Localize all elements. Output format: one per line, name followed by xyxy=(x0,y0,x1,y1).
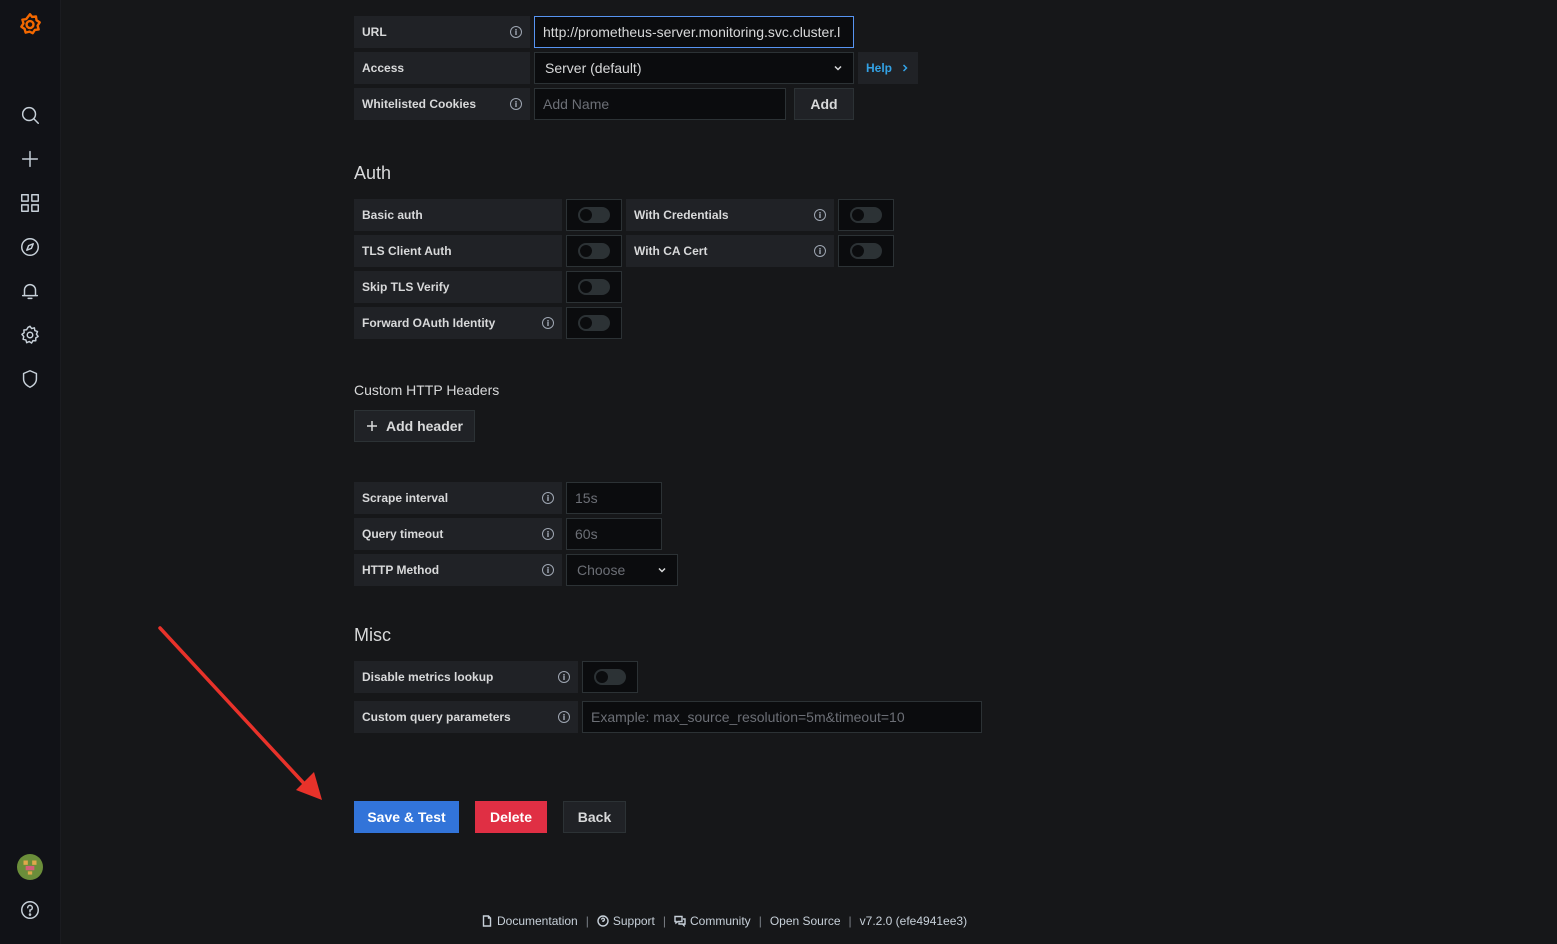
back-button[interactable]: Back xyxy=(563,801,626,833)
basic-auth-switch[interactable] xyxy=(578,207,610,223)
scrape-interval-row: Scrape interval i 15s xyxy=(354,482,662,514)
delete-button[interactable]: Delete xyxy=(475,801,547,833)
url-input[interactable]: http://prometheus-server.monitoring.svc.… xyxy=(534,16,854,48)
info-icon[interactable]: i xyxy=(542,317,554,329)
community-link[interactable]: Community xyxy=(674,914,751,928)
with-ca-cert-switch[interactable] xyxy=(850,243,882,259)
access-select[interactable]: Server (default) xyxy=(534,52,854,84)
http-method-label: HTTP Method i xyxy=(354,554,562,586)
plus-icon xyxy=(366,421,377,431)
comments-icon xyxy=(674,915,686,927)
dashboards-icon[interactable] xyxy=(16,189,44,217)
documentation-link[interactable]: Documentation xyxy=(481,914,578,928)
disable-metrics-label: Disable metrics lookup i xyxy=(354,661,578,693)
cookie-name-input[interactable]: Add Name xyxy=(534,88,786,120)
scrape-interval-label: Scrape interval i xyxy=(354,482,562,514)
with-credentials-switch[interactable] xyxy=(850,207,882,223)
url-row: URL i http://prometheus-server.monitorin… xyxy=(354,16,854,48)
info-icon[interactable]: i xyxy=(814,209,826,221)
with-ca-cert-label: With CA Cert i xyxy=(626,235,834,267)
info-icon[interactable]: i xyxy=(542,528,554,540)
tls-client-auth-row: TLS Client Auth With CA Cert i xyxy=(354,235,894,267)
bell-icon[interactable] xyxy=(16,277,44,305)
info-icon[interactable]: i xyxy=(510,26,522,38)
basic-auth-switch-wrap xyxy=(566,199,622,231)
support-link[interactable]: Support xyxy=(597,914,655,928)
chevron-down-icon xyxy=(658,567,666,573)
shield-icon[interactable] xyxy=(16,365,44,393)
version-label: v7.2.0 (efe4941ee3) xyxy=(859,914,968,928)
cookies-label: Whitelisted Cookies i xyxy=(354,88,530,120)
gear-icon[interactable] xyxy=(16,321,44,349)
with-credentials-switch-wrap xyxy=(838,199,894,231)
avatar[interactable] xyxy=(16,853,44,881)
skip-tls-row: Skip TLS Verify xyxy=(354,271,622,303)
help-button[interactable]: Help xyxy=(858,52,919,84)
open-source-link[interactable]: Open Source xyxy=(770,914,841,928)
search-icon[interactable] xyxy=(16,101,44,129)
query-timeout-label: Query timeout i xyxy=(354,518,562,550)
cookies-row: Whitelisted Cookies i Add Name Add xyxy=(354,88,854,120)
disable-metrics-switch-wrap xyxy=(582,661,638,693)
skip-tls-switch-wrap xyxy=(566,271,622,303)
custom-query-input[interactable]: Example: max_source_resolution=5m&timeou… xyxy=(582,701,982,733)
forward-oauth-switch-wrap xyxy=(566,307,622,339)
explore-icon[interactable] xyxy=(16,233,44,261)
query-timeout-row: Query timeout i 60s xyxy=(354,518,662,550)
tls-client-auth-switch[interactable] xyxy=(578,243,610,259)
info-icon[interactable]: i xyxy=(814,245,826,257)
add-cookie-button[interactable]: Add xyxy=(794,88,854,120)
with-credentials-label: With Credentials i xyxy=(626,199,834,231)
add-header-button[interactable]: Add header xyxy=(354,410,475,442)
scrape-interval-input[interactable]: 15s xyxy=(566,482,662,514)
sidebar xyxy=(0,0,61,944)
forward-oauth-switch[interactable] xyxy=(578,315,610,331)
info-icon[interactable]: i xyxy=(542,564,554,576)
skip-tls-verify-switch[interactable] xyxy=(578,279,610,295)
access-label: Access xyxy=(354,52,530,84)
forward-oauth-label: Forward OAuth Identity i xyxy=(354,307,562,339)
auth-title: Auth xyxy=(354,163,392,183)
query-timeout-input[interactable]: 60s xyxy=(566,518,662,550)
question-icon xyxy=(597,915,609,927)
info-icon[interactable]: i xyxy=(558,671,570,683)
disable-metrics-switch[interactable] xyxy=(594,669,626,685)
info-icon[interactable]: i xyxy=(558,711,570,723)
chevron-down-icon xyxy=(834,65,842,71)
http-method-select[interactable]: Choose xyxy=(566,554,678,586)
access-row: Access Server (default) Help xyxy=(354,52,919,84)
url-label: URL i xyxy=(354,16,530,48)
footer: Documentation | Support | Community | Op… xyxy=(481,914,967,928)
chevron-right-icon xyxy=(902,64,908,72)
plus-icon[interactable] xyxy=(16,145,44,173)
basic-auth-label: Basic auth xyxy=(354,199,562,231)
disable-metrics-row: Disable metrics lookup i xyxy=(354,661,638,693)
custom-headers-title: Custom HTTP Headers xyxy=(354,382,500,398)
info-icon[interactable]: i xyxy=(542,492,554,504)
forward-oauth-row: Forward OAuth Identity i xyxy=(354,307,622,339)
misc-title: Misc xyxy=(354,625,391,645)
save-test-button[interactable]: Save & Test xyxy=(354,801,459,833)
tls-client-auth-switch-wrap xyxy=(566,235,622,267)
basic-auth-row: Basic auth With Credentials i xyxy=(354,199,894,231)
custom-query-label: Custom query parameters i xyxy=(354,701,578,733)
info-icon[interactable]: i xyxy=(510,98,522,110)
tls-client-auth-label: TLS Client Auth xyxy=(354,235,562,267)
with-ca-cert-switch-wrap xyxy=(838,235,894,267)
annotation-arrow xyxy=(158,626,322,800)
skip-tls-verify-label: Skip TLS Verify xyxy=(354,271,562,303)
help-icon[interactable] xyxy=(16,896,44,924)
custom-query-row: Custom query parameters i Example: max_s… xyxy=(354,701,982,733)
grafana-logo-icon[interactable] xyxy=(16,10,44,38)
document-icon xyxy=(482,915,492,927)
http-method-row: HTTP Method i Choose xyxy=(354,554,678,586)
